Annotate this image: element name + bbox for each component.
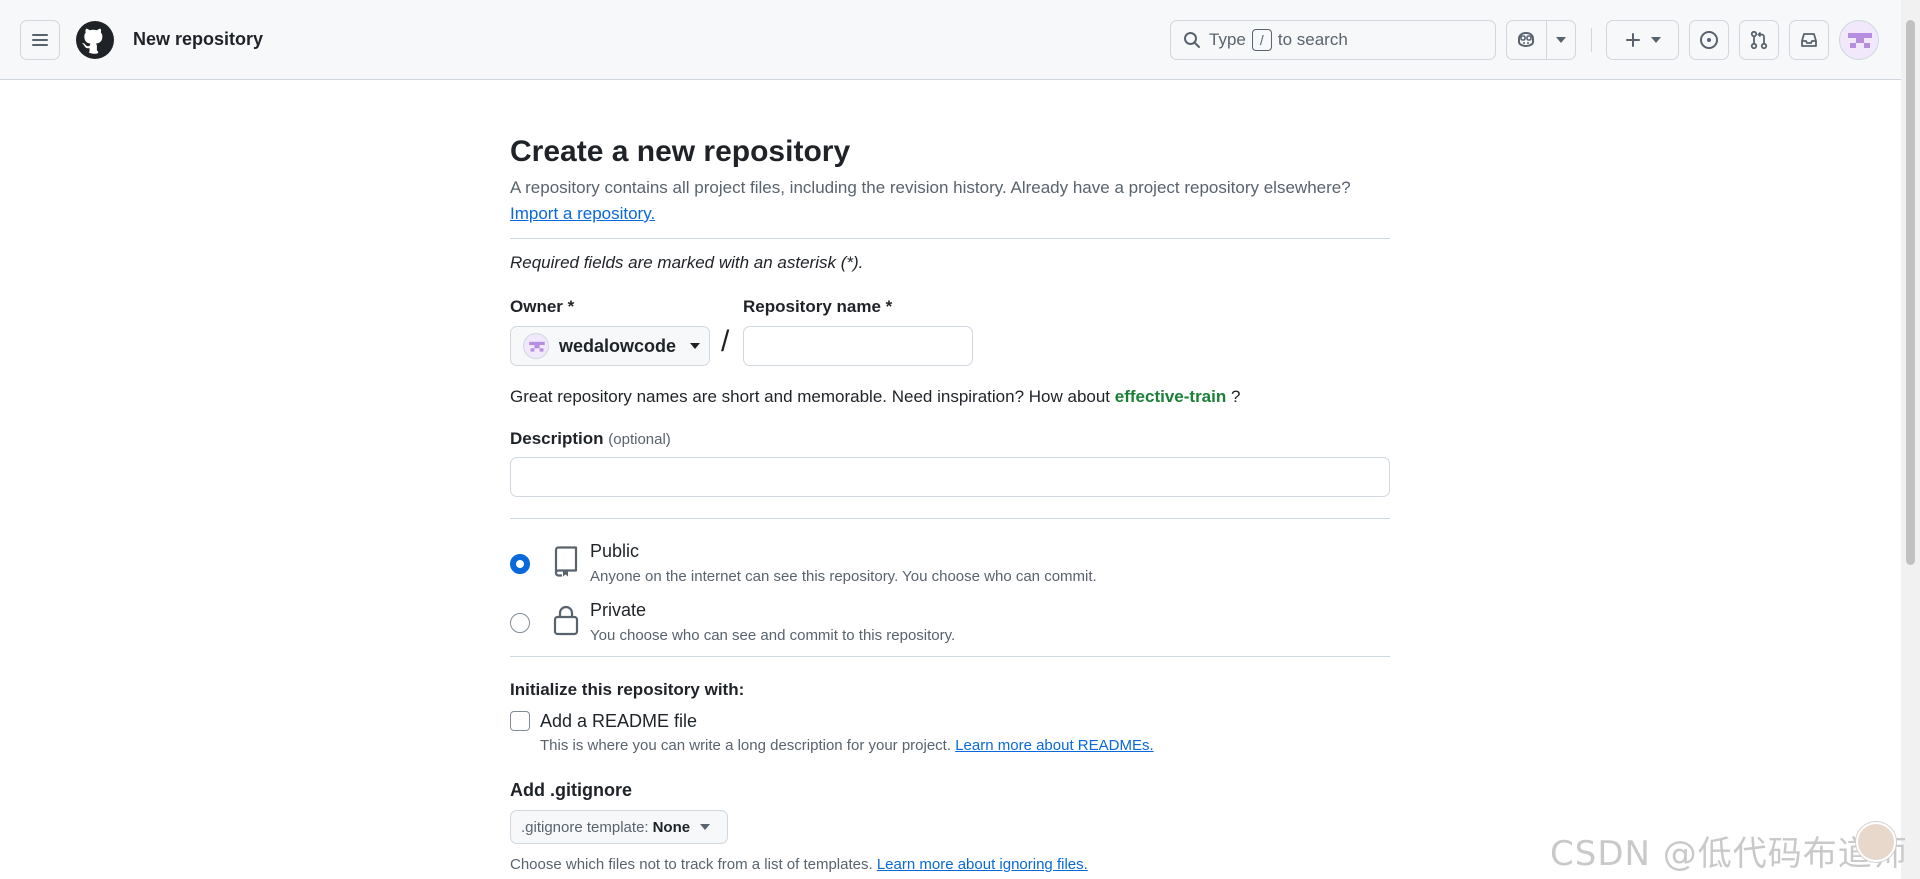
visibility-public-title[interactable]: Public: [590, 541, 639, 562]
identicon-icon: [1848, 33, 1872, 48]
required-fields-note: Required fields are marked with an aster…: [510, 253, 864, 272]
learn-more-readmes-link[interactable]: Learn more about READMEs.: [955, 737, 1153, 754]
lock-icon: [553, 605, 579, 636]
copilot-split-button: [1506, 20, 1576, 60]
name-hint-suffix: ?: [1230, 387, 1241, 406]
add-readme-checkbox[interactable]: [510, 711, 530, 731]
divider: [510, 656, 1390, 657]
name-hint-prefix: Great repository names are short and mem…: [510, 387, 1111, 406]
description-input[interactable]: [510, 457, 1390, 497]
description-label-text: Description: [510, 429, 604, 448]
divider: [510, 518, 1390, 519]
gitignore-heading: Add .gitignore: [510, 780, 632, 800]
triangle-down-icon: [700, 824, 711, 830]
add-readme-label[interactable]: Add a README file: [540, 711, 697, 732]
gitignore-select-prefix: .gitignore template:: [521, 818, 649, 836]
gitignore-template-select[interactable]: .gitignore template: None: [510, 810, 728, 844]
repository-name-hint: Great repository names are short and mem…: [510, 387, 1240, 407]
header-divider: [1591, 28, 1592, 52]
visibility-public-radio[interactable]: [510, 554, 530, 574]
scrollbar-thumb[interactable]: [1906, 20, 1915, 565]
copilot-menu-button[interactable]: [1545, 21, 1575, 59]
description-label: Description (optional): [510, 429, 671, 449]
inbox-icon: [1801, 33, 1817, 47]
learn-more-ignoring-files-link[interactable]: Learn more about ignoring files.: [877, 856, 1088, 873]
search-icon: [1184, 32, 1200, 48]
repo-icon: [554, 546, 578, 577]
initialize-heading: Initialize this repository with:: [510, 680, 745, 699]
repository-name-label: Repository name *: [743, 297, 893, 316]
search-suffix: to search: [1277, 30, 1348, 49]
github-mark-icon[interactable]: [76, 21, 114, 59]
global-header: New repository Type / to search: [0, 0, 1901, 80]
page-subtitle: A repository contains all project files,…: [510, 178, 1351, 197]
owner-repo-separator: /: [721, 325, 730, 358]
menu-button[interactable]: [20, 20, 60, 60]
search-shortcut-key: /: [1251, 29, 1272, 51]
issues-button[interactable]: [1689, 20, 1729, 60]
name-suggestion[interactable]: effective-train: [1115, 387, 1226, 406]
divider: [510, 238, 1390, 239]
inbox-button[interactable]: [1789, 20, 1829, 60]
description-optional-tag: (optional): [608, 431, 671, 448]
triangle-down-icon: [1650, 37, 1661, 43]
owner-value: wedalowcode: [559, 335, 677, 356]
repository-name-input[interactable]: [743, 326, 973, 366]
import-repository-link[interactable]: Import a repository.: [510, 204, 655, 224]
owner-select[interactable]: wedalowcode: [510, 326, 710, 366]
readme-description-text: This is where you can write a long descr…: [540, 737, 952, 754]
identicon-icon: [529, 341, 545, 352]
search-input[interactable]: Type / to search: [1170, 20, 1496, 60]
page-scrollbar[interactable]: [1901, 0, 1920, 879]
visibility-public-description: Anyone on the internet can see this repo…: [590, 568, 1097, 585]
watermark-avatar: [1856, 822, 1896, 862]
gitignore-description: Choose which files not to track from a l…: [510, 856, 1088, 873]
gitignore-description-text: Choose which files not to track from a l…: [510, 856, 873, 873]
visibility-private-radio[interactable]: [510, 613, 530, 633]
triangle-down-icon: [1555, 37, 1566, 43]
hamburger-icon: [32, 34, 48, 46]
readme-description: This is where you can write a long descr…: [540, 737, 1154, 754]
owner-label: Owner *: [510, 297, 575, 316]
visibility-private-description: You choose who can see and commit to thi…: [590, 627, 956, 644]
create-new-button[interactable]: [1606, 20, 1679, 60]
triangle-down-icon: [690, 343, 701, 349]
gitignore-select-value: None: [652, 818, 691, 836]
search-prefix: Type: [1209, 30, 1246, 49]
watermark-text: CSDN @低代码布道师: [1550, 834, 1908, 874]
pull-requests-button[interactable]: [1739, 20, 1779, 60]
git-pull-request-icon: [1750, 30, 1768, 50]
page-context-title: New repository: [133, 29, 264, 49]
issue-opened-icon: [1700, 31, 1718, 49]
create-new-content: [1607, 21, 1678, 59]
copilot-button[interactable]: [1507, 21, 1546, 59]
plus-icon: [1625, 33, 1640, 47]
user-avatar[interactable]: [1839, 20, 1879, 60]
visibility-private-title[interactable]: Private: [590, 600, 646, 621]
owner-avatar: [523, 333, 549, 359]
page-title: Create a new repository: [510, 135, 851, 168]
copilot-icon: [1518, 31, 1535, 48]
